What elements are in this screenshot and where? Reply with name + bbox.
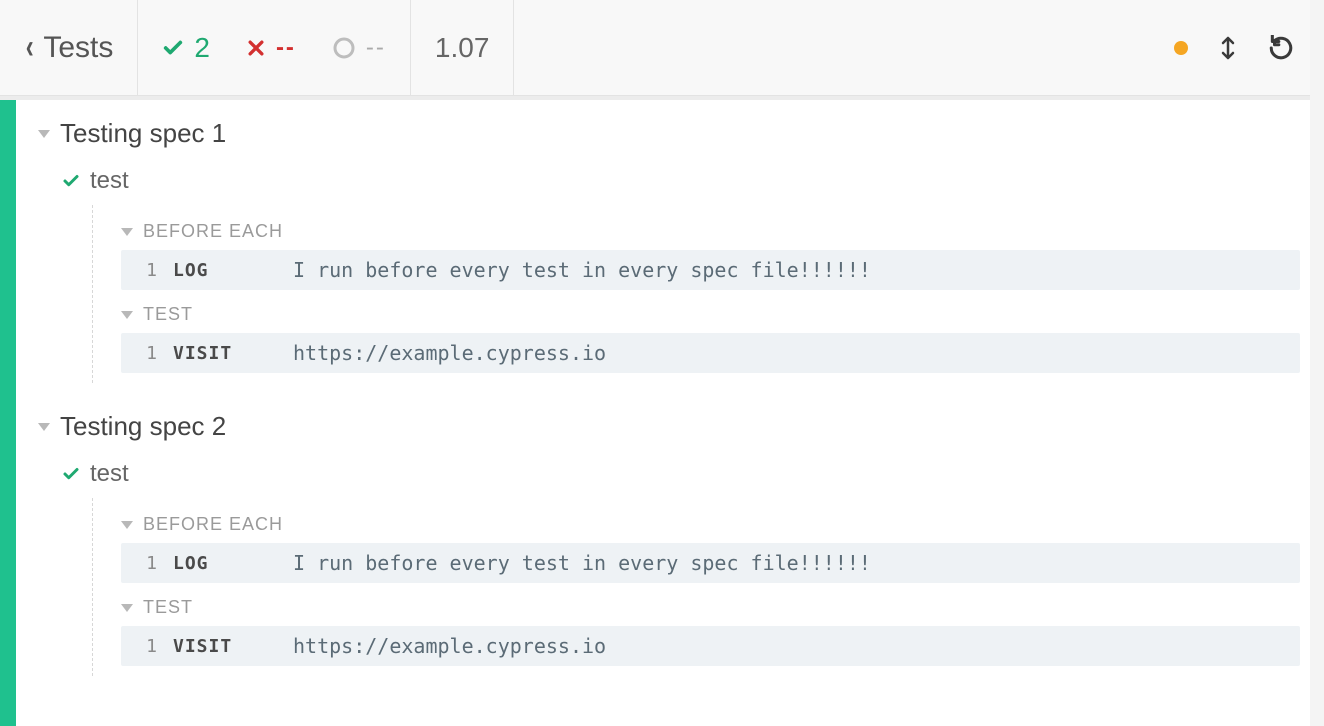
restart-button[interactable]: [1268, 35, 1294, 61]
caret-down-icon: [38, 130, 50, 138]
command-message: I run before every test in every spec fi…: [293, 551, 871, 575]
check-icon: [162, 37, 184, 59]
fail-count: --: [276, 34, 296, 62]
command-number: 1: [131, 553, 157, 574]
spec-title-row[interactable]: Testing spec 1: [34, 110, 1300, 157]
spec-title-row[interactable]: Testing spec 2: [34, 403, 1300, 450]
command-name: VISIT: [173, 343, 293, 364]
viewport-toggle-button[interactable]: [1218, 35, 1238, 61]
command-row[interactable]: 1 VISIT https://example.cypress.io: [121, 626, 1300, 666]
command-name: LOG: [173, 553, 293, 574]
header-right: [1174, 0, 1324, 95]
command-area: BEFORE EACH 1 LOG I run before every tes…: [92, 205, 1300, 383]
duration-cell: 1.07: [411, 0, 515, 95]
back-to-tests-button[interactable]: ‹ Tests: [0, 0, 138, 95]
hook-header[interactable]: BEFORE EACH: [121, 506, 1300, 543]
caret-down-icon: [121, 604, 133, 612]
spec-block: Testing spec 1 test BEFORE EACH 1 LOG I …: [34, 110, 1300, 383]
command-name: VISIT: [173, 636, 293, 657]
hook-label: TEST: [143, 304, 193, 325]
test-row[interactable]: test: [34, 157, 1300, 205]
pass-count: 2: [194, 32, 210, 64]
test-row[interactable]: test: [34, 450, 1300, 498]
hook-label: BEFORE EACH: [143, 514, 283, 535]
chevron-left-icon: ‹: [26, 28, 34, 67]
spec-title: Testing spec 2: [60, 411, 226, 442]
pending-count: --: [366, 34, 386, 62]
command-number: 1: [131, 260, 157, 281]
runner-body: Testing spec 1 test BEFORE EACH 1 LOG I …: [0, 96, 1324, 726]
x-icon: [246, 38, 266, 58]
stats-cell: 2 -- --: [138, 0, 411, 95]
check-icon: [62, 465, 80, 483]
test-name: test: [90, 167, 129, 195]
hook-label: BEFORE EACH: [143, 221, 283, 242]
spec-block: Testing spec 2 test BEFORE EACH 1 LOG I …: [34, 403, 1300, 676]
test-name: test: [90, 460, 129, 488]
hook-label: TEST: [143, 597, 193, 618]
back-label: Tests: [43, 31, 113, 65]
hook-header[interactable]: BEFORE EACH: [121, 213, 1300, 250]
status-dot-icon: [1174, 41, 1188, 55]
command-message: https://example.cypress.io: [293, 341, 606, 365]
command-area: BEFORE EACH 1 LOG I run before every tes…: [92, 498, 1300, 676]
runner-header: ‹ Tests 2 -- -- 1.07: [0, 0, 1324, 96]
command-number: 1: [131, 636, 157, 657]
command-name: LOG: [173, 260, 293, 281]
command-row[interactable]: 1 LOG I run before every test in every s…: [121, 543, 1300, 583]
caret-down-icon: [121, 311, 133, 319]
scrollbar-track[interactable]: [1310, 0, 1324, 726]
spec-title: Testing spec 1: [60, 118, 226, 149]
check-icon: [62, 172, 80, 190]
command-message: https://example.cypress.io: [293, 634, 606, 658]
command-row[interactable]: 1 VISIT https://example.cypress.io: [121, 333, 1300, 373]
circle-icon: [332, 36, 356, 60]
command-number: 1: [131, 343, 157, 364]
command-row[interactable]: 1 LOG I run before every test in every s…: [121, 250, 1300, 290]
status-rail: [0, 100, 16, 726]
hook-header[interactable]: TEST: [121, 296, 1300, 333]
hook-header[interactable]: TEST: [121, 589, 1300, 626]
command-log: Testing spec 1 test BEFORE EACH 1 LOG I …: [16, 100, 1324, 726]
command-message: I run before every test in every spec fi…: [293, 258, 871, 282]
duration-value: 1.07: [435, 32, 490, 64]
caret-down-icon: [121, 228, 133, 236]
caret-down-icon: [38, 423, 50, 431]
header-left: ‹ Tests 2 -- -- 1.07: [0, 0, 514, 95]
caret-down-icon: [121, 521, 133, 529]
